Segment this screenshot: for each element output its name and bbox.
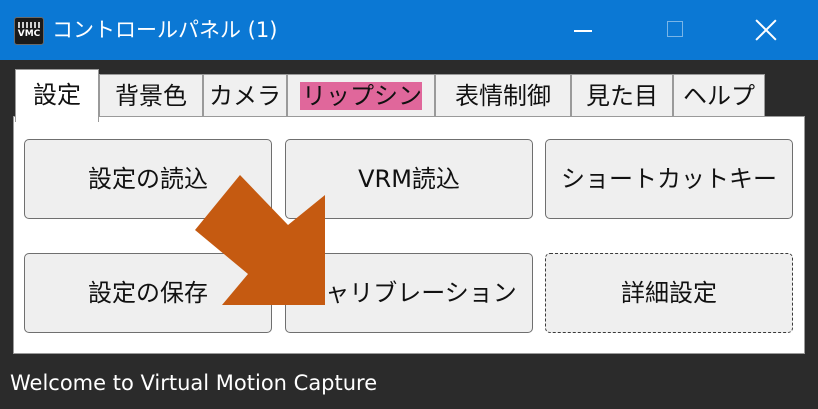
- load-vrm-button[interactable]: VRM読込: [285, 139, 533, 219]
- tab-label: ヘルプ: [683, 82, 755, 110]
- tab-camera[interactable]: カメラ: [203, 74, 287, 118]
- tab-background-color[interactable]: 背景色: [99, 74, 203, 118]
- maximize-icon[interactable]: [667, 21, 683, 37]
- shortcut-keys-button[interactable]: ショートカットキー: [545, 139, 793, 219]
- tab-appearance[interactable]: 見た目: [571, 74, 673, 118]
- tab-label: 見た目: [586, 82, 658, 110]
- calibration-button[interactable]: キャリブレーション: [285, 253, 533, 333]
- tab-help[interactable]: ヘルプ: [673, 74, 765, 118]
- status-text: Welcome to Virtual Motion Capture: [10, 371, 378, 395]
- minimize-icon[interactable]: [574, 30, 592, 32]
- app-icon[interactable]: VMC: [14, 17, 44, 45]
- tab-expression-control[interactable]: 表情制御: [435, 74, 571, 118]
- load-settings-button[interactable]: 設定の読込: [24, 139, 272, 219]
- close-icon[interactable]: [754, 18, 778, 42]
- tab-label: 表情制御: [455, 82, 551, 110]
- tab-label: カメラ: [209, 82, 281, 110]
- tab-label: 設定: [33, 81, 81, 109]
- title-bar[interactable]: VMC コントロールパネル (1): [0, 0, 818, 60]
- tab-settings[interactable]: 設定: [15, 69, 99, 122]
- tab-lipsync[interactable]: リップシンク: [287, 74, 435, 152]
- window-client: 設定 背景色 カメラ リップシンク 表情制御 見た目 ヘルプ 設定の読込 VRM…: [10, 60, 808, 409]
- save-settings-button[interactable]: 設定の保存: [24, 253, 272, 333]
- settings-panel: 設定の読込 VRM読込 ショートカットキー 設定の保存 キャリブレーション 詳細…: [13, 116, 805, 354]
- app-icon-text: VMC: [17, 29, 41, 39]
- tab-label: 背景色: [115, 82, 187, 110]
- advanced-settings-button[interactable]: 詳細設定: [545, 253, 793, 333]
- window-title: コントロールパネル (1): [52, 18, 278, 42]
